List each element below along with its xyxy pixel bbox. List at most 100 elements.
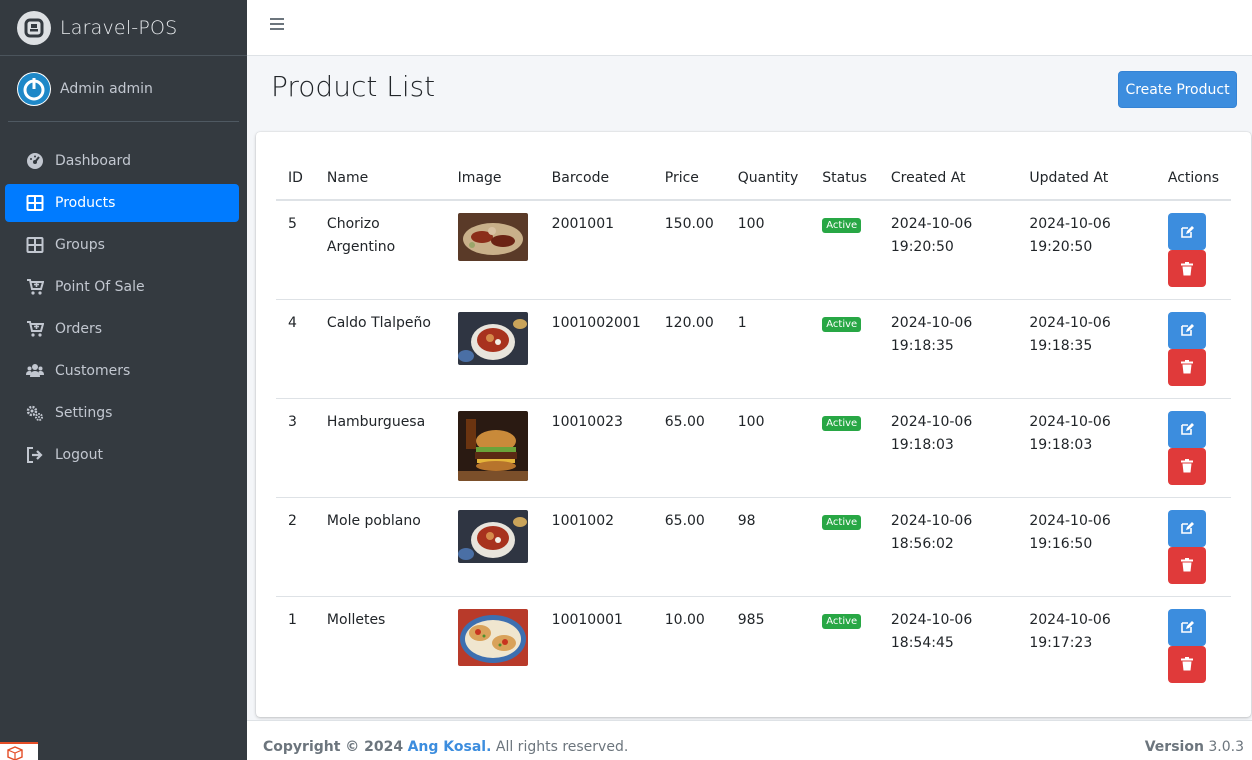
sidebar-item-point-of-sale[interactable]: Point Of Sale [5, 268, 239, 306]
cell-quantity: 98 [725, 497, 811, 597]
table-header-row: ID Name Image Barcode Price Quantity Sta… [276, 156, 1231, 201]
column-header: Created At [878, 156, 1018, 201]
cell-created-at: 2024-10-06 19:18:03 [878, 398, 1018, 498]
dashboard-icon [25, 152, 45, 170]
cell-id: 1 [288, 611, 297, 628]
table-row: 1 Molletes 10010001 10.00 985 Active 202… [276, 596, 1231, 695]
edit-icon [1181, 225, 1194, 238]
brand-logo-icon [17, 10, 51, 45]
edit-button[interactable] [1167, 410, 1206, 448]
edit-button[interactable] [1167, 213, 1206, 250]
chorizo-image [457, 213, 528, 261]
edit-icon [1181, 522, 1194, 534]
menu-toggle-icon[interactable] [270, 18, 284, 32]
table-row: 3 Hamburguesa 10010023 65.00 100 Active … [276, 398, 1231, 498]
cell-updated-at: 2024-10-06 19:17:23 [1029, 611, 1111, 651]
cell-barcode: 1001002 [539, 497, 653, 597]
table-row: 4 Caldo Tlalpeño 1001002001 120.00 1 Act… [276, 299, 1231, 399]
edit-button[interactable] [1167, 509, 1206, 547]
author-link[interactable]: Ang Kosal. [408, 739, 492, 755]
delete-button[interactable] [1167, 546, 1206, 584]
edit-button[interactable] [1167, 311, 1206, 349]
sidebar-item-label: Groups [55, 237, 105, 253]
cell-name: Caldo Tlalpeño [314, 299, 446, 399]
table-icon [25, 236, 45, 254]
delete-button[interactable] [1167, 447, 1206, 485]
column-header: Actions [1155, 156, 1231, 201]
trash-icon [1180, 558, 1193, 572]
cell-price: 150.00 [652, 200, 726, 300]
cart-plus-icon [25, 278, 45, 296]
column-header: Barcode [539, 156, 653, 201]
footer-copyright: Copyright © 2024 Ang Kosal. All rights r… [263, 739, 629, 755]
cell-barcode: 2001001 [539, 200, 653, 300]
delete-button[interactable] [1167, 250, 1206, 287]
sidebar-item-products[interactable]: Products [5, 184, 239, 222]
cell-created-at: 2024-10-06 19:20:50 [878, 200, 1018, 300]
burger-image [457, 410, 528, 481]
top-navbar [247, 0, 1252, 56]
create-product-button[interactable]: Create Product [1118, 71, 1237, 108]
cell-name: Chorizo Argentino [314, 200, 446, 300]
sidebar-item-label: Products [55, 195, 116, 211]
avatar [17, 71, 51, 106]
cell-price: 65.00 [652, 497, 726, 597]
cell-quantity: 100 [725, 398, 811, 498]
cell-created-at: 2024-10-06 18:54:45 [890, 611, 973, 651]
sidebar-item-dashboard[interactable]: Dashboard [5, 142, 239, 180]
molletes-image [457, 608, 528, 666]
sidebar: Laravel-POS Admin admin Dashboard Produc… [0, 0, 247, 760]
cell-id: 2 [276, 497, 315, 597]
user-name: Admin admin [60, 80, 153, 97]
gears-icon [25, 404, 45, 422]
sidebar-item-label: Settings [55, 405, 113, 421]
status-badge: Active [822, 514, 862, 530]
users-icon [25, 362, 45, 380]
sidebar-item-groups[interactable]: Groups [5, 226, 239, 264]
brand-link[interactable]: Laravel-POS [0, 0, 247, 56]
cell-quantity: 1 [725, 299, 811, 399]
trash-icon [1180, 261, 1193, 275]
column-header: Status [810, 156, 879, 201]
corner-widget[interactable] [0, 742, 38, 760]
cell-updated-at: 2024-10-06 19:16:50 [1017, 497, 1156, 597]
cart-icon [25, 320, 45, 338]
status-badge: Active [822, 218, 862, 233]
cell-id: 4 [276, 299, 315, 399]
delete-button[interactable] [1167, 348, 1206, 386]
sidebar-item-label: Logout [55, 447, 103, 463]
column-header: Name [314, 156, 446, 201]
sidebar-item-label: Customers [55, 363, 131, 379]
sidebar-item-orders[interactable]: Orders [5, 310, 239, 348]
soup-image [457, 509, 528, 563]
cell-updated-at: 2024-10-06 19:20:50 [1017, 200, 1156, 300]
cell-quantity: 100 [725, 200, 811, 300]
cell-barcode: 10010023 [539, 398, 653, 498]
cell-price: 65.00 [652, 398, 726, 498]
column-header: Quantity [725, 156, 811, 201]
column-header: ID [276, 156, 315, 201]
edit-icon [1181, 621, 1194, 633]
sidebar-nav: Dashboard Products Groups Point Of Sale … [0, 134, 247, 474]
logout-icon [25, 446, 45, 464]
edit-button[interactable] [1167, 608, 1206, 646]
cell-name: Hamburguesa [314, 398, 446, 498]
sidebar-item-customers[interactable]: Customers [5, 352, 239, 390]
products-card: ID Name Image Barcode Price Quantity Sta… [256, 132, 1251, 717]
sidebar-item-logout[interactable]: Logout [5, 436, 239, 474]
sidebar-item-label: Dashboard [55, 153, 131, 169]
status-badge: Active [822, 613, 862, 629]
column-header: Image [445, 156, 540, 201]
brand-name: Laravel-POS [60, 16, 178, 39]
column-header: Updated At [1017, 156, 1156, 201]
user-panel[interactable]: Admin admin [8, 56, 239, 122]
table-row: 2 Mole poblano 1001002 65.00 98 Active 2… [276, 497, 1231, 597]
soup-image [457, 311, 528, 365]
cell-quantity: 985 [737, 611, 765, 628]
sidebar-item-settings[interactable]: Settings [5, 394, 239, 432]
delete-button[interactable] [1167, 645, 1206, 683]
cell-id: 5 [276, 200, 315, 300]
edit-icon [1181, 324, 1194, 336]
edit-icon [1181, 423, 1194, 435]
trash-icon [1180, 657, 1193, 671]
